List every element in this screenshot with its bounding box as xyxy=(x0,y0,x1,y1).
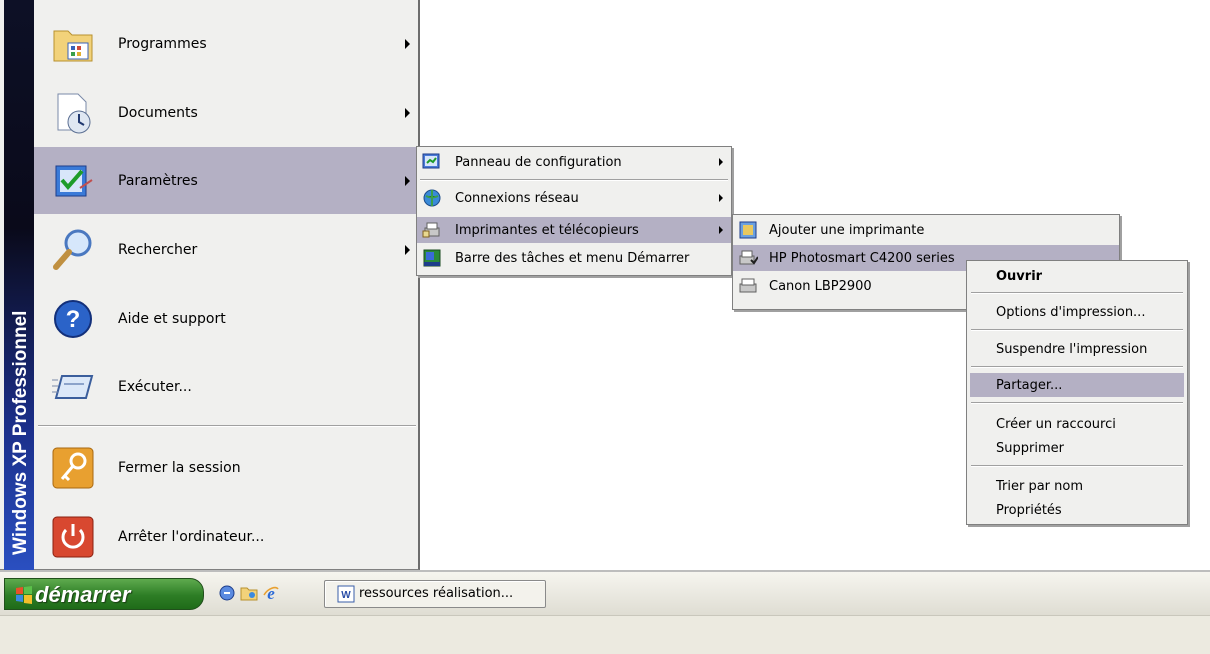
programs-folder-icon xyxy=(53,30,93,61)
start-button[interactable]: démarrer xyxy=(4,578,204,610)
menu-item-label: HP Photosmart C4200 series xyxy=(769,250,955,266)
start-item-executer[interactable]: Exécuter... xyxy=(34,353,418,420)
menu-item-label: Connexions réseau xyxy=(455,190,579,206)
start-item-rechercher[interactable]: Rechercher xyxy=(34,216,418,283)
sidebar-edition-text: Professionnel xyxy=(10,310,31,437)
logoff-key-icon xyxy=(52,447,94,488)
start-item-logoff[interactable]: Fermer la session xyxy=(34,434,418,501)
add-printer-icon xyxy=(739,221,757,239)
taskbar-window-button[interactable]: W ressources réalisation... xyxy=(324,580,546,608)
printer-default-icon xyxy=(739,250,758,265)
start-item-label: Programmes xyxy=(118,35,207,52)
menu-item-taskbar[interactable]: Barre des tâches et menu Démarrer xyxy=(417,245,731,271)
start-item-label: Rechercher xyxy=(118,241,198,258)
menu-separator xyxy=(971,292,1183,294)
power-icon xyxy=(52,516,94,557)
menu-item-label: Ajouter une imprimante xyxy=(769,222,925,238)
taskbar-icon xyxy=(423,249,441,267)
ctx-item-label: Supprimer xyxy=(996,440,1064,456)
windows-flag-icon xyxy=(16,586,32,604)
taskbar-window-label: ressources réalisation... xyxy=(359,586,514,601)
help-icon: ? xyxy=(54,299,92,338)
settings-icon xyxy=(55,165,93,196)
menu-item-label: Panneau de configuration xyxy=(455,154,622,170)
submenu-arrow-icon xyxy=(719,226,723,234)
word-document-icon: W xyxy=(337,585,355,603)
svg-text:?: ? xyxy=(66,306,81,333)
sidebar-brand-text: Windows XP xyxy=(10,441,31,556)
start-button-label: démarrer xyxy=(35,582,131,607)
printer-icon xyxy=(739,278,757,293)
menu-item-network[interactable]: Connexions réseau xyxy=(417,185,731,211)
svg-text:e: e xyxy=(267,584,275,602)
ctx-item-label: Suspendre l'impression xyxy=(996,341,1148,357)
ctx-item-ouvrir[interactable]: Ouvrir xyxy=(970,264,1184,288)
start-item-label: Aide et support xyxy=(118,310,226,327)
submenu-arrow-icon xyxy=(405,107,410,118)
start-item-parametres[interactable]: Paramètres xyxy=(34,147,418,214)
start-item-label: Exécuter... xyxy=(118,378,192,395)
ctx-item-partager[interactable]: Partager... xyxy=(970,373,1184,397)
quicklaunch-explorer-icon[interactable] xyxy=(240,584,258,602)
start-item-label: Paramètres xyxy=(118,172,198,189)
run-icon xyxy=(52,374,94,399)
start-item-shutdown[interactable]: Arrêter l'ordinateur... xyxy=(34,503,418,570)
menu-item-control-panel[interactable]: Panneau de configuration xyxy=(417,149,731,175)
settings-submenu: Panneau de configuration Connexions rése… xyxy=(416,146,732,276)
start-item-label: Documents xyxy=(118,104,198,121)
taskbar: démarrer e W ressources réalisation... xyxy=(0,570,1210,654)
ctx-item-label: Créer un raccourci xyxy=(996,416,1116,432)
menu-separator xyxy=(971,329,1183,331)
printer-context-menu: Ouvrir Options d'impression... Suspendre… xyxy=(966,260,1188,525)
menu-separator xyxy=(971,465,1183,467)
ctx-item-label: Options d'impression... xyxy=(996,304,1146,320)
documents-icon xyxy=(57,93,91,133)
ctx-item-suspendre[interactable]: Suspendre l'impression xyxy=(970,337,1184,361)
ctx-item-label: Propriétés xyxy=(996,502,1062,518)
submenu-arrow-icon xyxy=(719,194,723,202)
quicklaunch-ie-icon[interactable]: e xyxy=(262,584,280,602)
ctx-item-options-impression[interactable]: Options d'impression... xyxy=(970,300,1184,324)
printers-icon xyxy=(422,222,440,238)
ctx-item-proprietes[interactable]: Propriétés xyxy=(970,498,1184,522)
ctx-item-raccourci[interactable]: Créer un raccourci xyxy=(970,412,1184,436)
start-menu-sidebar: Windows XP Professionnel xyxy=(4,0,34,570)
start-item-label: Arrêter l'ordinateur... xyxy=(118,528,265,545)
menu-item-label: Canon LBP2900 xyxy=(769,278,872,294)
menu-separator xyxy=(971,402,1183,404)
search-icon xyxy=(53,229,92,270)
start-menu-separator xyxy=(38,425,416,427)
submenu-arrow-icon xyxy=(405,175,410,186)
ctx-item-label: Partager... xyxy=(996,377,1063,393)
menu-separator xyxy=(420,179,728,181)
submenu-arrow-icon xyxy=(405,244,410,255)
ctx-item-label: Ouvrir xyxy=(996,268,1043,284)
menu-separator xyxy=(971,366,1183,368)
start-item-programmes[interactable]: Programmes xyxy=(34,10,418,77)
svg-text:W: W xyxy=(341,590,351,601)
submenu-arrow-icon xyxy=(405,38,410,49)
start-item-label: Fermer la session xyxy=(118,459,241,476)
menu-item-printers[interactable]: Imprimantes et télécopieurs xyxy=(417,217,731,243)
ctx-item-supprimer[interactable]: Supprimer xyxy=(970,436,1184,460)
ctx-item-label: Trier par nom xyxy=(996,478,1084,494)
network-icon xyxy=(423,189,441,207)
submenu-arrow-icon xyxy=(719,158,723,166)
start-item-aide[interactable]: ? Aide et support xyxy=(34,285,418,352)
start-item-documents[interactable]: Documents xyxy=(34,79,418,146)
control-panel-icon xyxy=(422,153,440,169)
quicklaunch-desktop-icon[interactable] xyxy=(218,584,236,602)
ctx-item-trier[interactable]: Trier par nom xyxy=(970,474,1184,498)
menu-item-add-printer[interactable]: Ajouter une imprimante xyxy=(733,217,1119,243)
menu-item-label: Imprimantes et télécopieurs xyxy=(455,222,639,238)
start-menu: Windows XP Professionnel Programmes Docu… xyxy=(0,0,420,570)
menu-item-label: Barre des tâches et menu Démarrer xyxy=(455,250,690,266)
